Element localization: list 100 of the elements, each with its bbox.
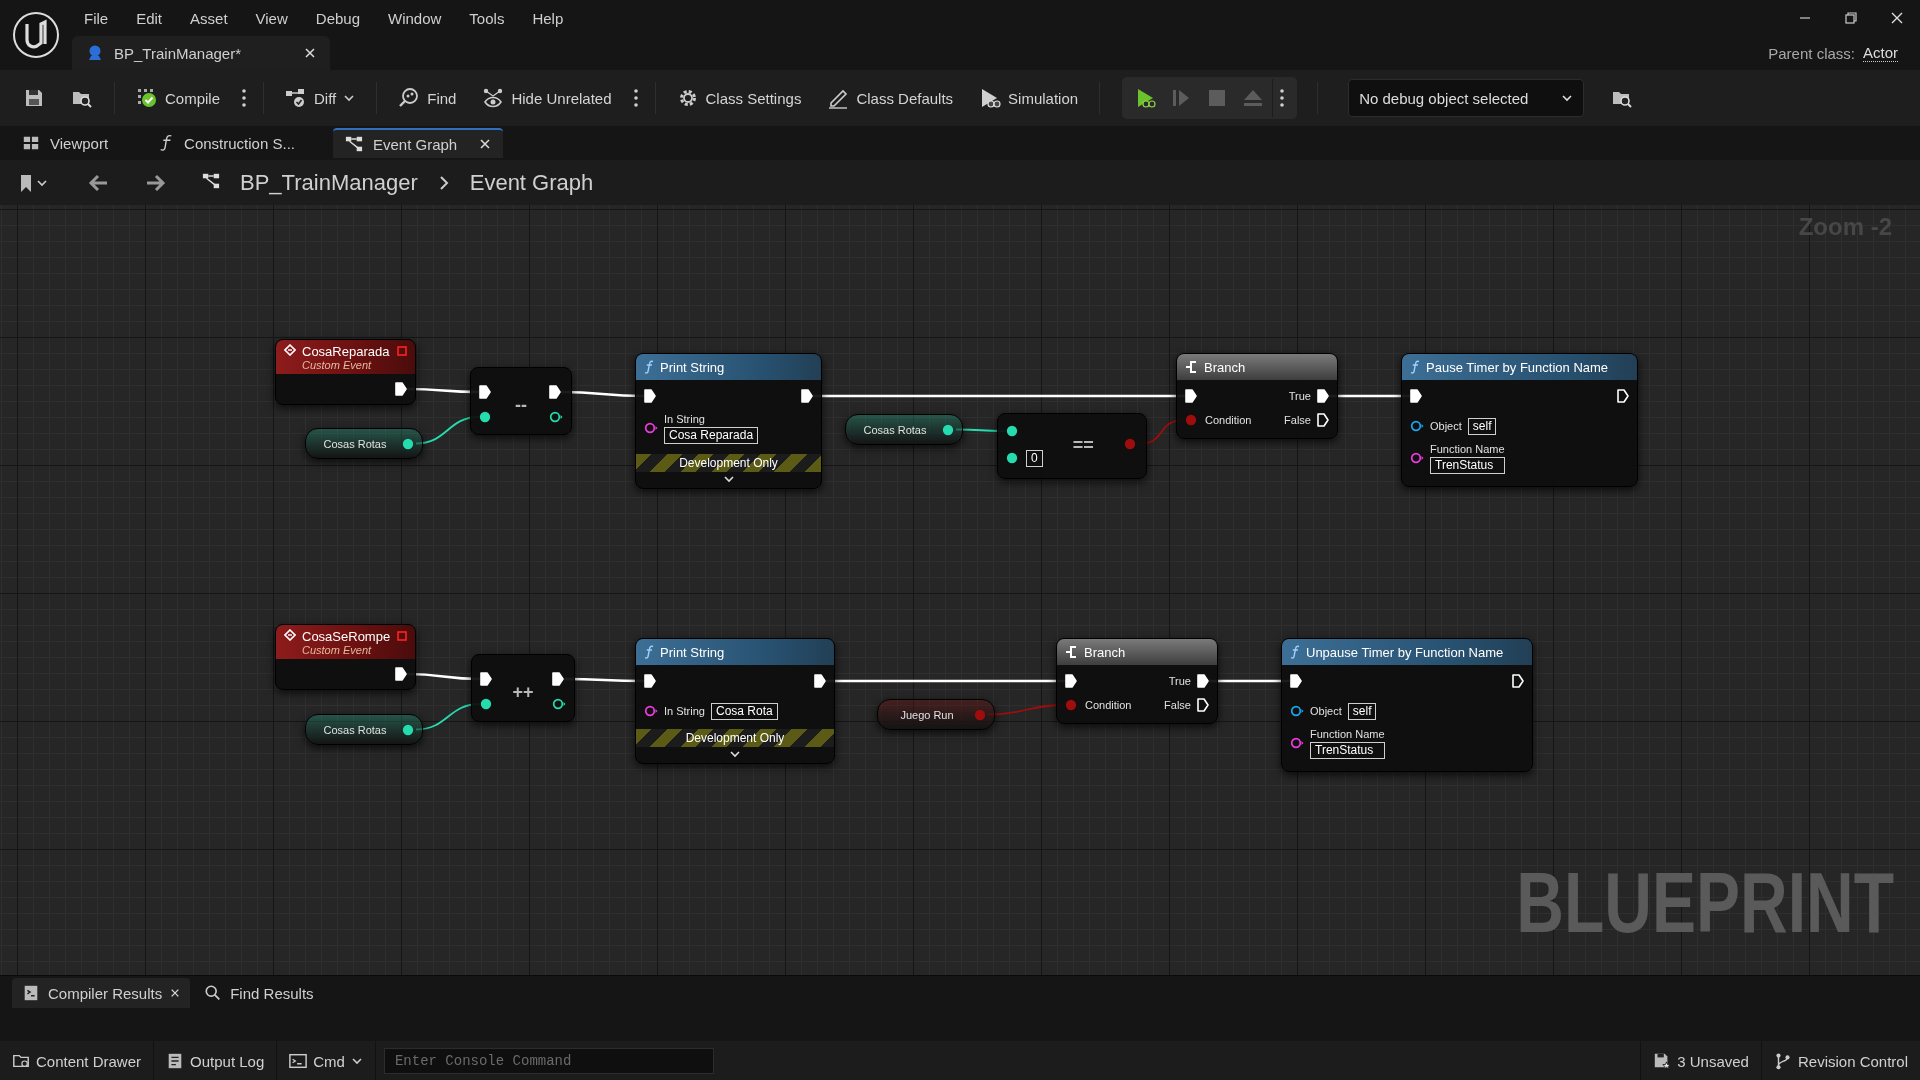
command-dropdown[interactable]: Cmd [277, 1041, 376, 1080]
data-pin-icon[interactable] [480, 698, 494, 710]
variable-node[interactable]: Cosas Rotas [305, 714, 423, 745]
variable-node[interactable]: Cosas Rotas [305, 428, 423, 459]
exec-pin-icon[interactable] [644, 674, 656, 688]
debug-object-dropdown[interactable]: No debug object selected [1348, 79, 1585, 117]
input-field[interactable]: TrenStatus [1310, 741, 1385, 759]
console-input-field[interactable]: Enter Console Command [383, 1048, 714, 1074]
menu-item[interactable]: Window [374, 3, 456, 33]
exec-pin-icon[interactable] [1317, 413, 1329, 427]
compile-icon [136, 87, 158, 109]
operator-symbol: == [1072, 434, 1094, 456]
exec-pin-icon[interactable] [552, 672, 564, 686]
folder-icon [12, 1052, 30, 1070]
pin-label: Condition [1085, 699, 1132, 711]
function-node[interactable]: Print String In String Cosa Reparada Development Only [635, 353, 822, 489]
menu-item[interactable]: Edit [122, 3, 177, 33]
hide-unrelated-button[interactable]: Hide Unrelated [471, 79, 623, 117]
status-bar-button[interactable]: 3 Unsaved [1640, 1041, 1761, 1080]
compile-button[interactable]: Compile [125, 79, 232, 117]
variable-node[interactable]: Cosas Rotas [845, 414, 963, 445]
exec-pin-icon[interactable] [1197, 674, 1209, 688]
function-node[interactable]: Unpause Timer by Function Name Object self Function Name TrenStatus [1281, 638, 1533, 772]
status-bar-button[interactable]: Revision Control [1760, 1041, 1920, 1080]
menu-item[interactable]: View [241, 3, 302, 33]
find-button[interactable]: Find [387, 79, 468, 117]
class-defaults-button[interactable]: Class Defaults [816, 79, 965, 117]
input-field[interactable]: self [1347, 702, 1377, 720]
menu-item[interactable]: Help [518, 3, 578, 33]
parent-class-link[interactable]: Actor [1863, 44, 1898, 62]
branch-node[interactable]: Branch True Condition False [1176, 353, 1338, 439]
status-bar-button[interactable]: Content Drawer [0, 1041, 155, 1080]
data-pin-icon[interactable] [644, 422, 658, 434]
data-pin-icon[interactable] [549, 411, 563, 423]
branch-node[interactable]: Branch True Condition False [1056, 638, 1218, 724]
simulation-button[interactable]: Simulation [968, 79, 1090, 117]
event-node[interactable]: CosaReparada Custom Event [275, 339, 416, 405]
branch-icon [1773, 1052, 1792, 1070]
exec-pin-icon[interactable] [814, 674, 826, 688]
panel-tab[interactable]: Compiler Results [12, 978, 191, 1008]
data-pin-icon[interactable] [942, 423, 956, 436]
data-pin-icon[interactable] [1006, 425, 1020, 437]
menu-item[interactable]: Asset [176, 3, 242, 33]
event-node[interactable]: CosaSeRompe Custom Event [275, 624, 416, 690]
exec-pin-icon[interactable] [480, 672, 492, 686]
input-field[interactable]: self [1467, 417, 1497, 435]
graph-tab[interactable]: Viewport [10, 128, 121, 158]
data-pin-icon[interactable] [402, 437, 416, 450]
input-field[interactable]: Cosa Rota [710, 702, 778, 720]
exec-pin-icon[interactable] [801, 389, 813, 403]
exec-pin-icon[interactable] [1317, 389, 1329, 403]
data-pin-icon[interactable] [1006, 452, 1020, 464]
operator-node[interactable]: ++ [471, 654, 575, 722]
input-field[interactable]: TrenStatus [1430, 456, 1505, 474]
exec-pin-icon[interactable] [1410, 389, 1422, 403]
variable-label: Juego Run [899, 708, 955, 721]
data-pin-icon[interactable] [1410, 452, 1424, 464]
variable-node[interactable]: Juego Run [877, 699, 995, 730]
data-pin-icon[interactable] [552, 698, 566, 710]
operator-node[interactable]: -- [470, 367, 572, 435]
exec-pin-icon[interactable] [1197, 698, 1209, 712]
document-tab[interactable]: BP_TrainManager* [72, 36, 330, 70]
exec-pin-icon[interactable] [479, 385, 491, 399]
exec-pin-icon[interactable] [549, 385, 561, 399]
number-field[interactable]: 0 [1026, 449, 1043, 467]
exec-pin-icon[interactable] [644, 389, 656, 403]
function-node[interactable]: Print String In String Cosa Rota Development Only [635, 638, 835, 764]
pin-label: False [1164, 699, 1191, 711]
compare-node[interactable]: == 0 [997, 413, 1147, 479]
data-pin-icon[interactable] [644, 705, 658, 717]
exec-pin-icon[interactable] [1290, 674, 1302, 688]
event-icon [284, 629, 296, 641]
input-field[interactable]: Cosa Reparada [664, 426, 759, 444]
data-pin-icon[interactable] [479, 411, 493, 423]
graph-tab[interactable]: Event Graph [333, 128, 503, 158]
breadcrumb-link[interactable]: BP_TrainManager [234, 168, 424, 197]
data-pin-icon[interactable] [1290, 705, 1304, 717]
function-node[interactable]: Pause Timer by Function Name Object self Function Name TrenStatus [1401, 353, 1638, 487]
delegate-pin-icon[interactable] [397, 631, 407, 641]
breadcrumb-link[interactable]: Event Graph [463, 168, 600, 197]
graph-tab[interactable]: Construction S... [146, 128, 307, 158]
exec-pin-icon[interactable] [1185, 389, 1197, 403]
variable-label: Cosas Rotas [322, 437, 388, 450]
data-pin-icon[interactable] [402, 723, 416, 736]
exec-pin-icon[interactable] [395, 667, 407, 681]
exec-pin-icon[interactable] [1512, 674, 1524, 688]
data-pin-icon[interactable] [1290, 737, 1304, 749]
exec-pin-icon[interactable] [1617, 389, 1629, 403]
pin-label: Condition [1205, 414, 1252, 426]
diff-button[interactable]: Diff [274, 79, 367, 117]
class-settings-button[interactable]: Class Settings [665, 79, 813, 117]
exec-pin-icon[interactable] [1065, 674, 1077, 688]
delegate-pin-icon[interactable] [397, 346, 407, 356]
menu-item[interactable]: Debug [301, 3, 374, 33]
menu-item[interactable]: Tools [455, 3, 519, 33]
data-pin-icon[interactable] [1410, 420, 1424, 432]
menu-item[interactable]: File [72, 3, 123, 33]
status-bar-button[interactable]: Output Log [154, 1041, 278, 1080]
panel-tab[interactable]: Find Results [194, 978, 324, 1008]
exec-pin-icon[interactable] [395, 382, 407, 396]
